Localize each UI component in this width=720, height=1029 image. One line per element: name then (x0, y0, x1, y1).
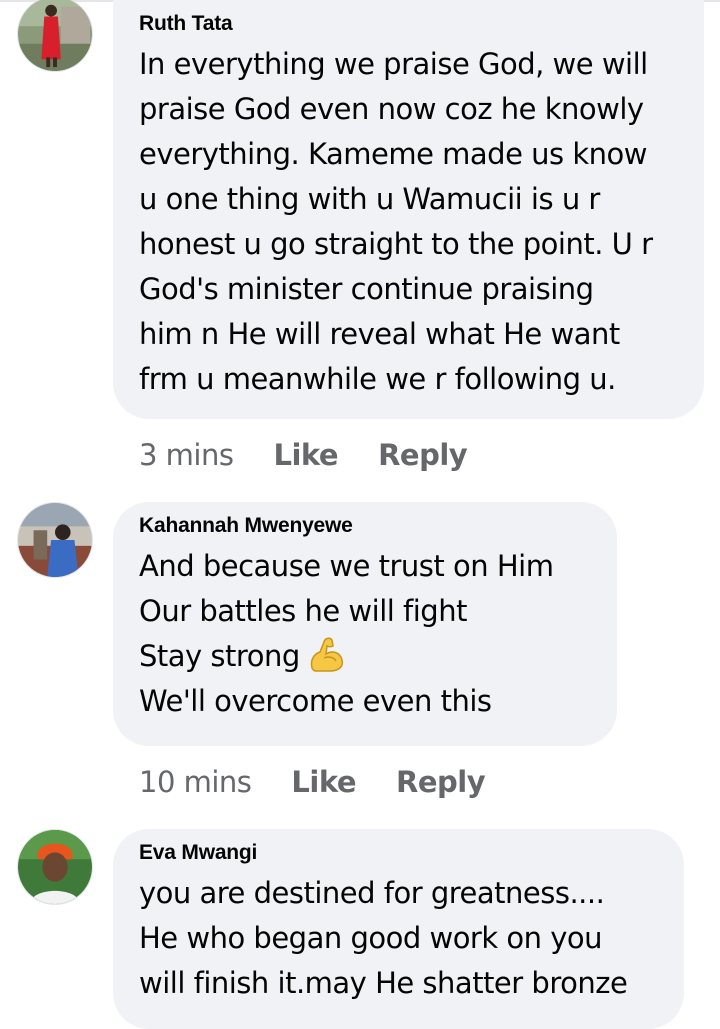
comment-line: frm u meanwhile we r following u. (139, 362, 616, 396)
avatar[interactable] (17, 829, 93, 905)
comment-line: him n He will reveal what He want (139, 317, 620, 351)
comment-text: In everything we praise God, we will pra… (139, 42, 678, 402)
reply-button[interactable]: Reply (396, 764, 486, 800)
comment-line: Our battles he will fight (139, 594, 467, 628)
comment-line: u one thing with u Wamucii is u r (139, 182, 600, 216)
comment-bubble: Ruth Tata In everything we praise God, w… (113, 0, 704, 419)
comment-line: honest u go straight to the point. U r (139, 227, 653, 261)
reply-button[interactable]: Reply (378, 437, 468, 473)
comment-text: And because we trust on Him Our battles … (139, 544, 591, 724)
comment-actions: 10 mins Like Reply (139, 764, 486, 800)
comment-timestamp[interactable]: 10 mins (139, 764, 252, 800)
comment-line: And because we trust on Him (139, 549, 554, 583)
comment-line: praise God even now coz he knowly (139, 92, 644, 126)
comment-line: God's minister continue praising (139, 272, 594, 306)
comment-line: everything. Kameme made us know (139, 137, 647, 171)
comment-line: In everything we praise God, we will (139, 47, 648, 81)
comment-line-text: Stay strong (139, 639, 300, 673)
comment-line: We'll overcome even this (139, 684, 492, 718)
avatar[interactable] (17, 0, 93, 72)
comment-line: Stay strong (139, 634, 591, 679)
avatar-photo (18, 830, 92, 904)
comment-bubble: Eva Mwangi you are destined for greatnes… (113, 829, 684, 1029)
comment-author[interactable]: Ruth Tata (139, 10, 678, 38)
avatar[interactable] (17, 502, 93, 578)
comment-text: you are destined for greatness.... He wh… (139, 871, 658, 1006)
comment-bubble: Kahannah Mwenyewe And because we trust o… (113, 502, 617, 746)
comment-author[interactable]: Kahannah Mwenyewe (139, 512, 591, 540)
like-button[interactable]: Like (291, 764, 356, 800)
comment-line: He who began good work on you (139, 921, 603, 955)
like-button[interactable]: Like (273, 437, 338, 473)
comment-actions: 3 mins Like Reply (139, 437, 468, 473)
comment-timestamp[interactable]: 3 mins (139, 437, 234, 473)
avatar-photo (18, 503, 92, 577)
comment-line: you are destined for greatness.... (139, 876, 605, 910)
comment-author[interactable]: Eva Mwangi (139, 839, 658, 867)
comment-line: will finish it.may He shatter bronze (139, 966, 628, 1000)
flexed-biceps-icon (310, 637, 343, 672)
avatar-photo (18, 0, 92, 71)
